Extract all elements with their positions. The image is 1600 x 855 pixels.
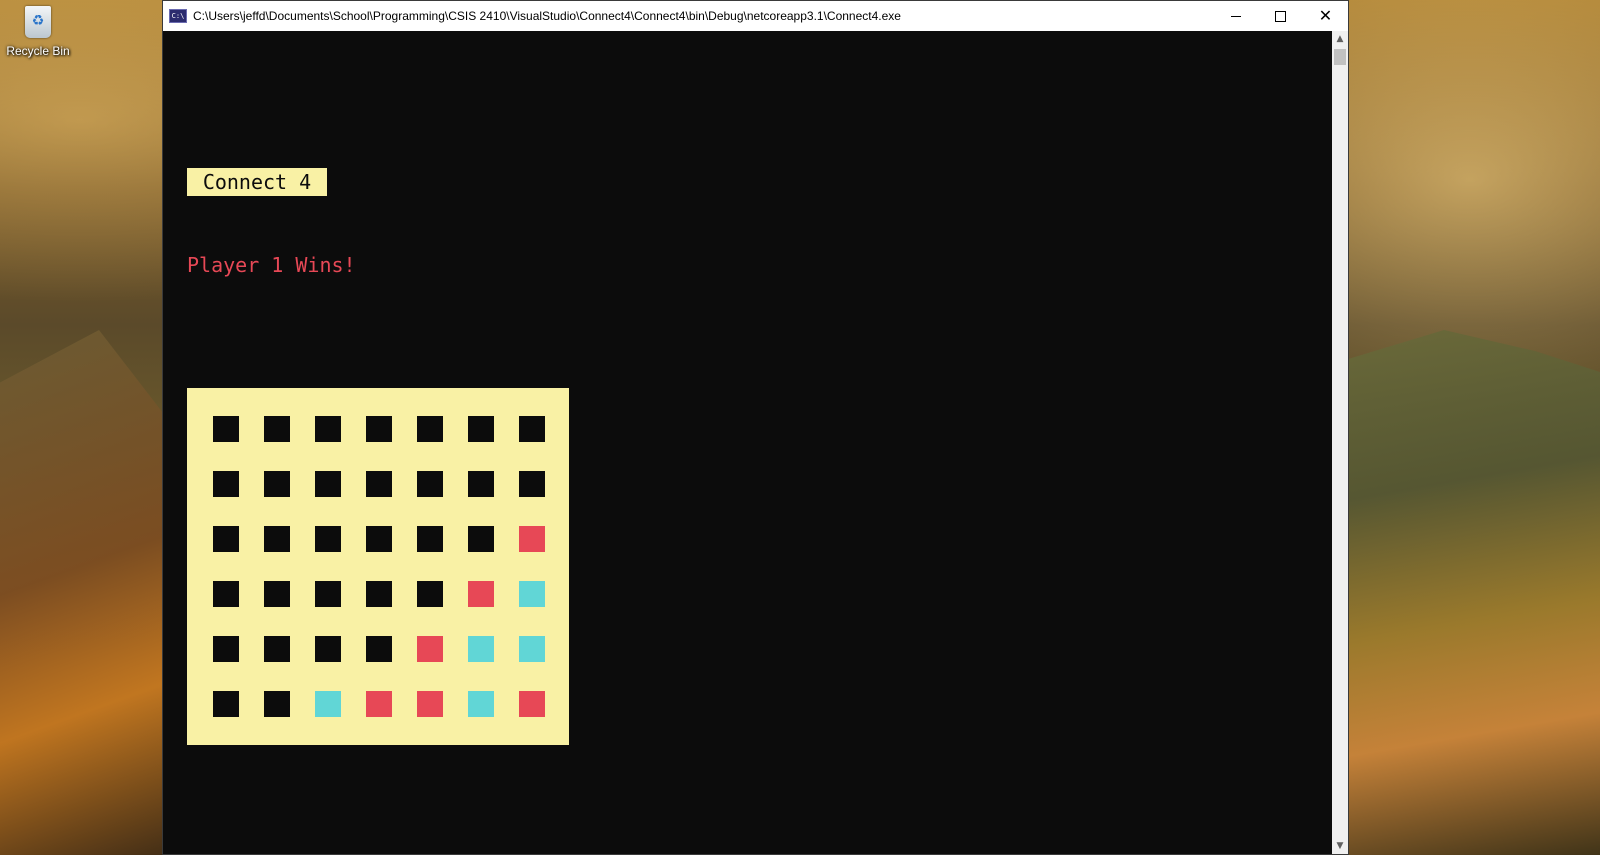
board-cell [213,581,239,607]
close-icon: ✕ [1318,6,1333,25]
window-title: C:\Users\jeffd\Documents\School\Programm… [193,9,901,23]
board-cell [213,691,239,717]
title-bar[interactable]: C:\ C:\Users\jeffd\Documents\School\Prog… [163,1,1348,31]
board-cell [519,526,545,552]
board-cell [468,471,494,497]
minimize-icon [1230,15,1241,17]
board-cell [417,416,443,442]
board-cell [366,526,392,552]
board-cell [468,581,494,607]
recycle-bin-label: Recycle Bin [6,44,70,58]
board-cell [519,581,545,607]
console-area[interactable]: Connect 4 Player 1 Wins! [163,31,1332,854]
board-cell [213,636,239,662]
recycle-bin-shortcut[interactable]: Recycle Bin [6,6,70,58]
wallpaper-mountain-left [0,330,180,855]
board-cell [468,691,494,717]
game-status: Player 1 Wins! [187,253,356,277]
board-cell [213,416,239,442]
board-cell [264,636,290,662]
vertical-scrollbar[interactable]: ▲ ▼ [1332,31,1348,854]
board-cell [315,691,341,717]
console-window: C:\ C:\Users\jeffd\Documents\School\Prog… [162,0,1349,855]
board-cell [366,691,392,717]
board-cell [315,471,341,497]
board-cell [315,581,341,607]
board-cell [417,526,443,552]
board-cell [315,636,341,662]
close-button[interactable]: ✕ [1303,1,1348,31]
board-cell [519,691,545,717]
board-cell [468,416,494,442]
board-cell [366,471,392,497]
scroll-thumb[interactable] [1334,49,1346,65]
board-cell [417,636,443,662]
board-cell [264,416,290,442]
board-cell [417,691,443,717]
board-cell [417,471,443,497]
minimize-button[interactable] [1213,1,1258,31]
board-cell [519,416,545,442]
board-cell [468,636,494,662]
game-board [187,388,569,745]
maximize-button[interactable] [1258,1,1303,31]
game-title: Connect 4 [187,168,327,196]
board-cell [315,416,341,442]
board-cell [366,581,392,607]
board-cell [468,526,494,552]
board-cell [213,526,239,552]
board-cell [366,636,392,662]
board-cell [366,416,392,442]
board-cell [264,526,290,552]
board-cell [264,691,290,717]
scroll-down-icon[interactable]: ▼ [1332,838,1348,854]
maximize-icon [1275,10,1286,22]
scroll-up-icon[interactable]: ▲ [1332,31,1348,47]
board-cell [519,636,545,662]
board-cell [315,526,341,552]
board-cell [519,471,545,497]
board-cell [264,471,290,497]
board-cell [213,471,239,497]
wallpaper-mountain-right [1340,330,1600,855]
board-cell [417,581,443,607]
console-app-icon[interactable]: C:\ [169,9,187,23]
board-cell [264,581,290,607]
recycle-bin-icon [25,6,51,38]
